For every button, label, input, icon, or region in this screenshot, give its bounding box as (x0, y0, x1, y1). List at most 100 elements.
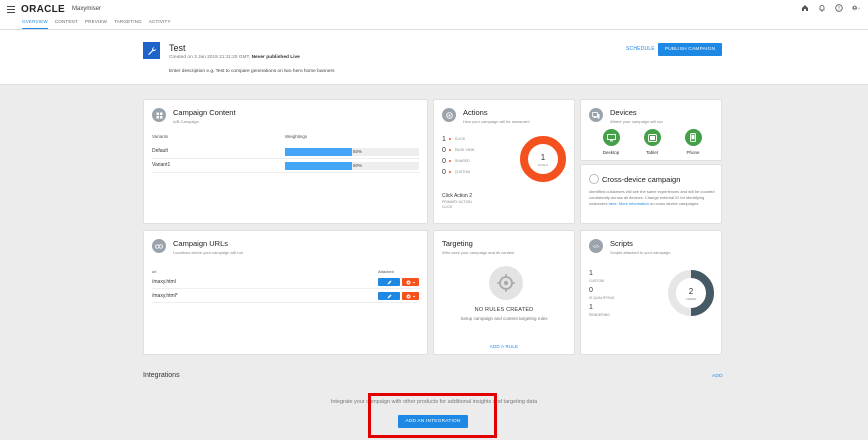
primary-action-label: PRIMARY ACTION (442, 200, 472, 204)
crosshair-icon (489, 266, 523, 300)
action-label: CLICK (454, 137, 466, 142)
highlight-box (368, 393, 497, 438)
top-icons: ? (801, 4, 860, 12)
svg-text:?: ? (838, 6, 841, 11)
more-info-link[interactable]: More information (619, 201, 649, 206)
devices-icon (589, 108, 603, 122)
device-tablet[interactable]: Tablet (637, 129, 667, 155)
weighting-bar[interactable]: 50% (285, 148, 419, 156)
tab-overview[interactable]: OVERVIEW (22, 19, 48, 29)
tablet-icon (643, 129, 661, 146)
card-subtitle: Scripts attached to your campaign (610, 250, 671, 255)
top-bar: ORACLE Maxymiser OVERVIEW CONTENT PREVIE… (0, 0, 868, 30)
card-title: Campaign Content (173, 108, 236, 117)
campaign-content-card[interactable]: Campaign Content A/B Campaign Variants W… (143, 99, 428, 224)
status-dot (448, 171, 451, 174)
action-row: 0 PAGE VIEW (442, 147, 474, 154)
primary-action-name[interactable]: Click Action 2 (442, 193, 472, 199)
tab-activity[interactable]: ACTIVITY (149, 19, 171, 29)
weightings-header: Weightings (285, 134, 308, 139)
help-icon[interactable]: ? (835, 4, 843, 12)
weighting-fill (285, 148, 352, 156)
publish-status: Never published Live (251, 55, 300, 60)
more-info-text: on cross device campaigns. (649, 201, 700, 206)
card-title: Devices (610, 108, 637, 117)
tab-preview[interactable]: PREVIEW (85, 19, 107, 29)
campaign-header: Test Created on 3 Jan 2019 21:11:20 GMT,… (0, 30, 868, 85)
url-row: /maxy.html (152, 276, 420, 289)
add-rule-button[interactable]: ADD A RULE (434, 344, 574, 349)
delete-button[interactable] (402, 278, 419, 286)
action-count: 0 (442, 158, 446, 165)
targeting-description: Setup campaign and content targeting rul… (460, 316, 548, 321)
card-title: Scripts (610, 239, 633, 248)
action-count: 0 (442, 147, 446, 154)
bell-icon[interactable] (818, 4, 826, 12)
device-phone[interactable]: Phone (678, 129, 708, 155)
variant-name: Default (152, 148, 168, 154)
action-row: 0 CUSTOM (442, 169, 470, 176)
variant-row[interactable]: Variant1 50% (152, 159, 420, 173)
action-label: PAGE VIEW (454, 148, 475, 153)
tab-targeting[interactable]: TARGETING (114, 19, 142, 29)
edit-button[interactable] (378, 278, 400, 286)
donut-value: 2 (689, 287, 694, 296)
delete-icon (406, 294, 415, 298)
weighting-value: 50% (353, 149, 363, 154)
campaign-description[interactable]: Enter description e.g. Test to compare g… (169, 69, 335, 74)
campaign-title: Test (169, 43, 186, 53)
card-title: Actions (463, 108, 488, 117)
product-name: Maxymiser (72, 6, 102, 12)
here-link[interactable]: here. (609, 201, 618, 206)
scripts-card[interactable]: </> Scripts Scripts attached to your cam… (580, 230, 722, 355)
actions-card[interactable]: Actions How your campaign will be measur… (433, 99, 575, 224)
devices-card[interactable]: Devices Where your campaign will run Des… (580, 99, 722, 161)
device-label: Tablet (645, 150, 658, 155)
action-label: SHARED (454, 159, 470, 164)
goals-donut: 1 GOALS (520, 136, 566, 182)
device-desktop[interactable]: Desktop (596, 129, 626, 155)
card-subtitle: How your campaign will be measured (463, 119, 530, 124)
card-title: Campaign URLs (173, 239, 229, 248)
targeting-card[interactable]: Targeting Who sees your campaign and its… (433, 230, 575, 355)
edit-button[interactable] (378, 292, 400, 300)
action-count: 1 (442, 136, 446, 143)
device-label: Desktop (602, 150, 620, 155)
action-label: CUSTOM (454, 170, 471, 175)
card-subtitle: Where your campaign will run (610, 119, 663, 124)
card-subtitle: Locations where your campaign will run (173, 250, 244, 255)
status-dot (448, 138, 451, 141)
add-integration-link[interactable]: ADD (712, 374, 723, 379)
menu-icon[interactable] (7, 6, 15, 13)
primary-action-type: CLICK (442, 205, 453, 209)
delete-button[interactable] (402, 292, 419, 300)
card-subtitle: Who sees your campaign and its content (442, 250, 515, 255)
cross-device-description: Identified customers will see the same e… (589, 189, 717, 207)
campaign-urls-card[interactable]: Campaign URLs Locations where your campa… (143, 230, 428, 355)
tab-content[interactable]: CONTENT (55, 19, 78, 29)
card-title: Cross-device campaign (602, 175, 681, 184)
publish-campaign-button[interactable]: PUBLISH CAMPAIGN (658, 43, 722, 56)
weighting-bar[interactable]: 50% (285, 162, 419, 170)
cross-device-card[interactable]: Cross-device campaign Identified custome… (580, 164, 722, 224)
schedule-button[interactable]: SCHEDULE (626, 46, 655, 52)
home-icon[interactable] (801, 4, 809, 12)
url-value: /maxy.html (152, 279, 176, 285)
variant-row[interactable]: Default 50% (152, 145, 420, 159)
cross-device-toggle[interactable] (589, 174, 599, 184)
delete-icon (406, 280, 415, 284)
user-avatar-icon[interactable] (852, 4, 860, 12)
status-dot (448, 149, 451, 152)
campaign-meta: Created on 3 Jan 2019 21:11:20 GMT, Neve… (169, 55, 300, 60)
desktop-icon (602, 129, 620, 146)
action-row: 0 SHARED (442, 158, 470, 165)
script-label: IS QUALIFYING (589, 296, 615, 300)
donut-value: 1 (541, 153, 546, 162)
no-rules-label: NO RULES CREATED (474, 307, 534, 313)
wrench-icon (143, 42, 160, 59)
action-row: 1 CLICK (442, 136, 465, 143)
pencil-icon (387, 294, 391, 298)
oracle-logo: ORACLE (21, 4, 66, 15)
phone-icon (684, 129, 702, 146)
target-icon (442, 108, 456, 122)
